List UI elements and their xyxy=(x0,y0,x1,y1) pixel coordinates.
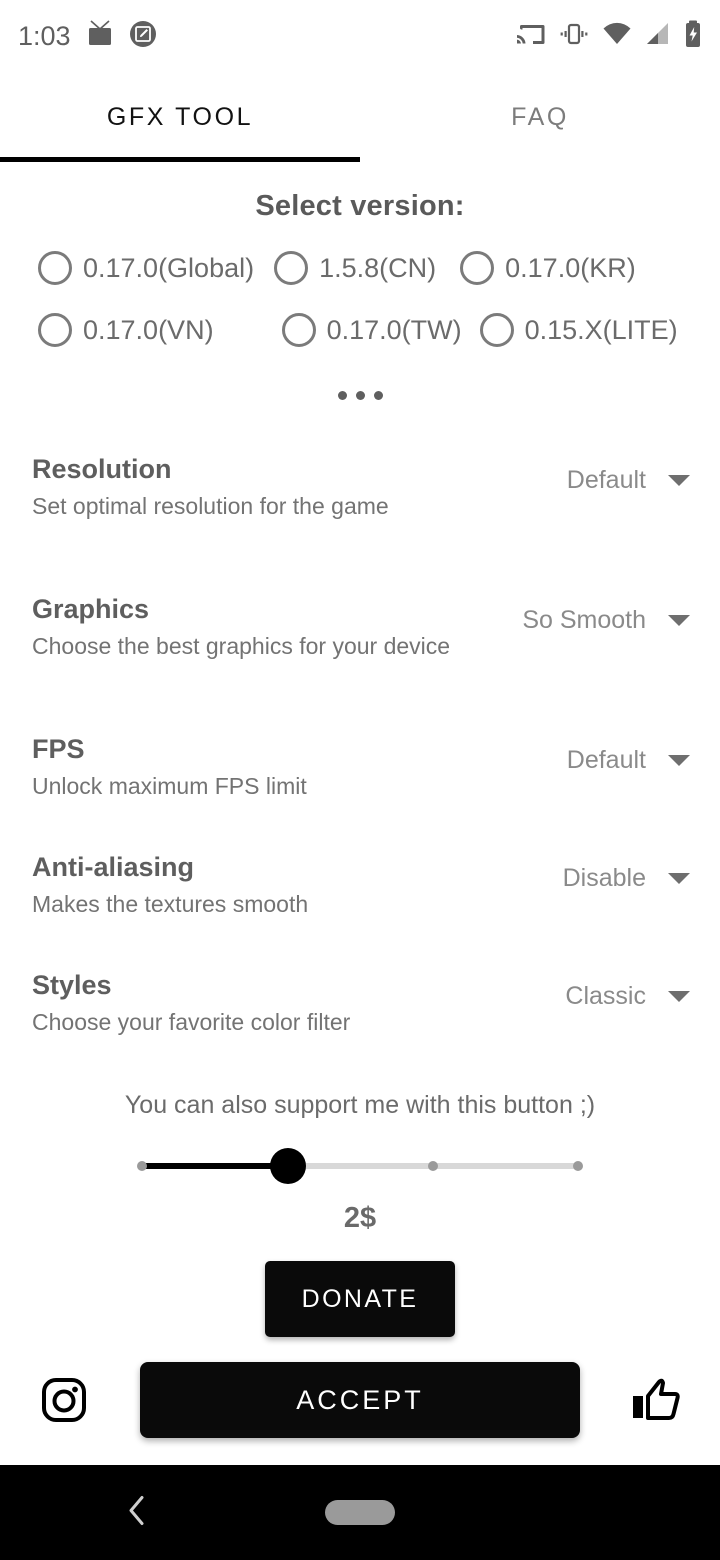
version-row-1: 0.17.0(Global) 1.5.8(CN) 0.17.0(KR) xyxy=(0,237,720,299)
version-option-cn[interactable]: 1.5.8(CN) xyxy=(274,251,436,285)
setting-dropdown-anti-aliasing[interactable]: Disable xyxy=(472,833,690,905)
setting-text-fps: FPS Unlock maximum FPS limit xyxy=(32,715,472,801)
status-bar-left: 1:03 xyxy=(18,19,157,53)
radio-icon-global[interactable] xyxy=(38,251,72,285)
setting-value-anti-aliasing: Disable xyxy=(562,863,646,892)
version-label-vn: 0.17.0(VN) xyxy=(83,314,214,345)
donate-button[interactable]: DONATE xyxy=(265,1261,455,1337)
chevron-down-icon-graphics[interactable] xyxy=(668,614,690,626)
version-label-cn: 1.5.8(CN) xyxy=(319,252,437,283)
setting-dropdown-fps[interactable]: Default xyxy=(472,715,690,787)
version-label-kr: 0.17.0(KR) xyxy=(505,252,636,283)
setting-desc-resolution: Set optimal resolution for the game xyxy=(32,492,389,519)
version-option-vn[interactable]: 0.17.0(VN) xyxy=(38,313,214,347)
status-clock: 1:03 xyxy=(18,20,71,51)
setting-text-graphics: Graphics Choose the best graphics for yo… xyxy=(32,575,472,661)
setting-row-graphics[interactable]: Graphics Choose the best graphics for yo… xyxy=(0,575,720,715)
instagram-icon[interactable] xyxy=(38,1374,90,1426)
tab-bar: GFX TOOL FAQ xyxy=(0,72,720,162)
setting-title-graphics: Graphics xyxy=(32,594,150,624)
radio-icon-cn[interactable] xyxy=(274,251,309,285)
phone-screen: 1:03 GFX TOOL FAQ Select version: 0.17.0… xyxy=(0,0,720,1560)
tv-icon xyxy=(85,19,115,53)
version-option-kr[interactable]: 0.17.0(KR) xyxy=(460,251,636,285)
setting-value-styles: Classic xyxy=(565,981,646,1010)
setting-desc-anti-aliasing: Makes the textures smooth xyxy=(32,890,309,917)
setting-value-graphics: So Smooth xyxy=(522,605,646,634)
version-option-lite[interactable]: 0.15.X(LITE) xyxy=(479,313,678,347)
slider-tick-1 xyxy=(137,1161,147,1171)
donation-amount: 2$ xyxy=(343,1202,377,1234)
setting-title-styles: Styles xyxy=(32,970,112,1000)
setting-dropdown-resolution[interactable]: Default xyxy=(472,435,690,507)
vibrate-icon xyxy=(559,21,589,52)
more-versions-button[interactable] xyxy=(0,369,720,421)
main-content: Select version: 0.17.0(Global) 1.5.8(CN)… xyxy=(0,162,720,1465)
dot-icon-1 xyxy=(337,390,347,400)
tab-faq-label: FAQ xyxy=(511,102,569,131)
status-bar: 1:03 xyxy=(0,0,720,72)
setting-row-fps[interactable]: FPS Unlock maximum FPS limit Default xyxy=(0,715,720,833)
version-label-tw: 0.17.0(TW) xyxy=(326,314,462,345)
tab-gfx-tool[interactable]: GFX TOOL xyxy=(0,72,360,162)
setting-value-resolution: Default xyxy=(566,465,646,494)
home-pill-icon[interactable] xyxy=(325,1500,395,1525)
setting-title-resolution: Resolution xyxy=(32,454,172,484)
version-option-tw[interactable]: 0.17.0(TW) xyxy=(281,313,462,347)
dot-icon-2 xyxy=(355,390,365,400)
bottom-action-bar: ACCEPT xyxy=(0,1350,720,1450)
setting-text-styles: Styles Choose your favorite color filter xyxy=(32,951,472,1037)
setting-desc-graphics: Choose the best graphics for your device xyxy=(32,632,451,659)
version-row-2: 0.17.0(VN) 0.17.0(TW) 0.15.X(LITE) xyxy=(0,299,720,361)
version-label-lite: 0.15.X(LITE) xyxy=(524,314,678,345)
slider-tick-3 xyxy=(428,1161,438,1171)
dot-icon-3 xyxy=(373,390,383,400)
setting-text-resolution: Resolution Set optimal resolution for th… xyxy=(32,435,472,521)
slider-tick-4 xyxy=(573,1161,583,1171)
setting-row-anti-aliasing[interactable]: Anti-aliasing Makes the textures smooth … xyxy=(0,833,720,951)
slider-thumb[interactable] xyxy=(270,1148,306,1184)
screenshot-edit-icon xyxy=(129,20,157,53)
settings-list: Resolution Set optimal resolution for th… xyxy=(0,435,720,1069)
version-options: 0.17.0(Global) 1.5.8(CN) 0.17.0(KR) 0.17… xyxy=(0,237,720,361)
accept-button[interactable]: ACCEPT xyxy=(140,1362,580,1438)
radio-icon-vn[interactable] xyxy=(38,313,72,347)
android-nav-bar xyxy=(0,1465,720,1560)
back-chevron-icon[interactable] xyxy=(122,1490,152,1535)
chevron-down-icon-resolution[interactable] xyxy=(668,474,690,486)
setting-text-anti-aliasing: Anti-aliasing Makes the textures smooth xyxy=(32,833,472,919)
setting-title-anti-aliasing: Anti-aliasing xyxy=(32,852,195,882)
battery-charging-icon xyxy=(684,20,702,53)
setting-title-fps: FPS xyxy=(32,734,85,764)
tab-faq[interactable]: FAQ xyxy=(360,72,720,162)
radio-icon-kr[interactable] xyxy=(460,251,495,285)
radio-icon-lite[interactable] xyxy=(479,313,514,347)
setting-row-styles[interactable]: Styles Choose your favorite color filter… xyxy=(0,951,720,1069)
donation-slider[interactable] xyxy=(0,1136,720,1196)
slider-fill xyxy=(140,1163,288,1169)
version-label-global: 0.17.0(Global) xyxy=(83,252,255,283)
chevron-down-icon-fps[interactable] xyxy=(668,754,690,766)
donate-button-wrap: DONATE xyxy=(0,1261,720,1337)
chevron-down-icon-anti-aliasing[interactable] xyxy=(668,872,690,884)
select-version-title: Select version: xyxy=(255,190,465,222)
wifi-icon xyxy=(602,22,632,51)
cast-icon xyxy=(516,21,546,52)
setting-desc-styles: Choose your favorite color filter xyxy=(32,1008,351,1035)
support-message: You can also support me with this button… xyxy=(124,1091,596,1119)
setting-dropdown-graphics[interactable]: So Smooth xyxy=(472,575,690,647)
tab-gfx-tool-label: GFX TOOL xyxy=(106,102,254,131)
thumbs-up-icon[interactable] xyxy=(630,1374,682,1426)
chevron-down-icon-styles[interactable] xyxy=(668,990,690,1002)
radio-icon-tw[interactable] xyxy=(281,313,316,347)
setting-desc-fps: Unlock maximum FPS limit xyxy=(32,772,307,799)
setting-value-fps: Default xyxy=(566,745,646,774)
setting-row-resolution[interactable]: Resolution Set optimal resolution for th… xyxy=(0,435,720,575)
signal-icon xyxy=(645,22,671,51)
status-bar-right xyxy=(516,20,702,53)
version-option-global[interactable]: 0.17.0(Global) xyxy=(38,251,254,285)
setting-dropdown-styles[interactable]: Classic xyxy=(472,951,690,1023)
